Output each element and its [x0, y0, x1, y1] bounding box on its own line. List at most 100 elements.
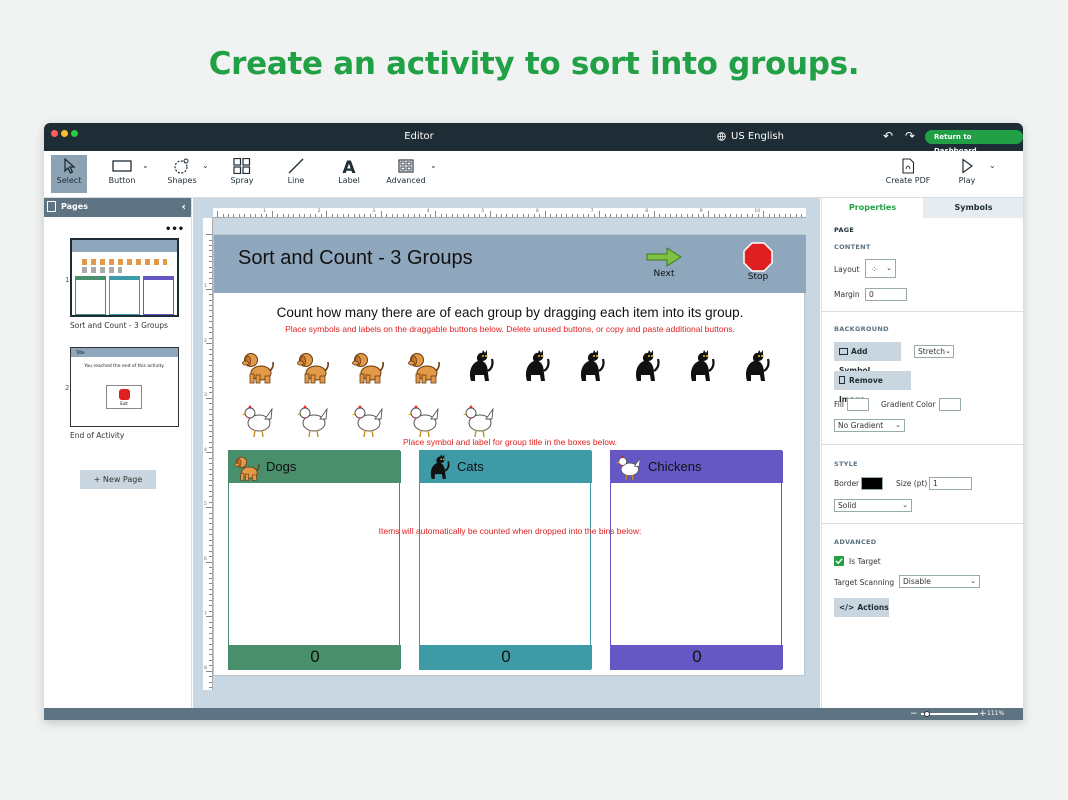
close-window-button[interactable]: [51, 130, 58, 137]
ruler-tick: [209, 517, 212, 519]
cat-item[interactable]: [628, 347, 662, 385]
ruler-tick: [209, 315, 212, 317]
tab-properties[interactable]: Properties: [822, 198, 923, 218]
bin-dogs[interactable]: Dogs 0: [228, 450, 401, 670]
zoom-slider[interactable]: [921, 711, 978, 717]
chicken-item[interactable]: [241, 401, 275, 439]
play-button[interactable]: Play: [941, 155, 993, 193]
dog-item[interactable]: [296, 347, 330, 385]
ruler-tick: [266, 214, 268, 217]
activity-page[interactable]: Sort and Count - 3 Groups Next Stop Coun…: [213, 234, 806, 676]
shapes-chevron-down-icon[interactable]: ⌄: [202, 161, 209, 170]
button-chevron-down-icon[interactable]: ⌄: [142, 161, 149, 170]
line-tool[interactable]: Line: [270, 155, 322, 193]
chicken-item[interactable]: [296, 401, 330, 439]
target-scanning-select[interactable]: Disable ⌄: [899, 575, 980, 588]
advanced-tool[interactable]: Advanced: [380, 155, 432, 193]
ruler-tick: [209, 326, 212, 328]
collapse-chevron-left-icon[interactable]: ‹: [181, 200, 186, 213]
ruler-tick: [659, 214, 661, 217]
dog-item[interactable]: [241, 347, 275, 385]
zoom-in-icon[interactable]: +: [979, 708, 987, 720]
minimize-window-button[interactable]: [61, 130, 68, 137]
ruler-tick: [391, 214, 393, 217]
ruler-tick: [209, 610, 212, 612]
border-style-select[interactable]: Solid ⌄: [834, 499, 912, 512]
zoom-slider-handle[interactable]: [924, 711, 930, 717]
stretch-select[interactable]: Stretch ⌄: [914, 345, 954, 358]
is-target-checkbox[interactable]: [834, 556, 844, 566]
shapes-tool[interactable]: Shapes: [156, 155, 208, 193]
ruler-tick: [353, 214, 355, 217]
bin-chickens[interactable]: Chickens 0: [610, 450, 783, 670]
ruler-tick: [626, 214, 628, 217]
ruler-tick: [632, 214, 633, 217]
tab-symbols[interactable]: Symbols: [923, 198, 1023, 218]
title-bar: Editor US English ↶ ↷ Return to Dashboar…: [44, 123, 1023, 155]
gradient-select[interactable]: No Gradient ⌄: [834, 419, 905, 432]
page-thumbnail-1[interactable]: [70, 238, 179, 317]
ruler-tick: [209, 676, 212, 678]
page-thumbnail-2[interactable]: Title You reached the end of this activi…: [70, 347, 179, 427]
panel-tabs: Properties Symbols: [822, 198, 1023, 218]
ruler-tick: [209, 239, 212, 241]
remove-image-button[interactable]: Remove Image: [834, 371, 911, 404]
cat-item[interactable]: [738, 347, 772, 385]
zoom-window-button[interactable]: [71, 130, 78, 137]
cat-item[interactable]: [573, 347, 607, 385]
chicken-item[interactable]: [407, 401, 441, 439]
chicken-icon: [408, 405, 439, 438]
size-input[interactable]: 1: [929, 477, 972, 490]
ruler-tick: [621, 214, 622, 217]
ruler-tick: [209, 261, 212, 263]
ruler-tick: [206, 670, 212, 672]
more-options-icon[interactable]: •••: [165, 224, 184, 235]
actions-button[interactable]: </> Actions: [834, 598, 889, 617]
create-pdf-button[interactable]: Create PDF: [882, 155, 934, 193]
bin-cats[interactable]: Cats 0: [419, 450, 592, 670]
ruler-tick: [681, 214, 683, 217]
thumb2-exit: Exit: [106, 385, 142, 409]
page-label-1: Sort and Count - 3 Groups: [70, 321, 168, 330]
ruler-tick: [582, 214, 584, 217]
dog-icon: [352, 353, 384, 384]
ruler-tick: [424, 214, 426, 217]
gradient-color-swatch[interactable]: [939, 398, 961, 411]
fill-color-swatch[interactable]: [847, 398, 869, 411]
spray-tool[interactable]: Spray: [216, 155, 268, 193]
cat-item[interactable]: [518, 347, 552, 385]
new-page-button[interactable]: + New Page: [80, 470, 156, 489]
play-chevron-down-icon[interactable]: ⌄: [989, 161, 996, 170]
canvas-area: 1 2 3 4 5 6 7 8 9 10 12345678 Sort and Count - 3 …: [193, 198, 820, 708]
chicken-item[interactable]: [351, 401, 385, 439]
next-button[interactable]: Next: [642, 245, 686, 279]
cat-item[interactable]: [462, 347, 496, 385]
layout-select[interactable]: ⁘ ⌄: [865, 259, 896, 278]
ruler-tick: [288, 214, 289, 217]
language-selector[interactable]: US English: [717, 131, 784, 142]
redo-icon[interactable]: ↷: [905, 129, 915, 143]
advanced-chevron-down-icon[interactable]: ⌄: [430, 161, 437, 170]
undo-icon[interactable]: ↶: [883, 129, 893, 143]
border-color-swatch[interactable]: [861, 477, 883, 490]
ruler-tick: [702, 214, 704, 217]
ruler-tick: [209, 468, 212, 470]
thumb2-text: You reached the end of this activity.: [84, 364, 165, 369]
ruler-tick: [206, 452, 212, 454]
properties-panel: Properties Symbols PAGE CONTENT Layout ⁘…: [821, 198, 1023, 708]
dog-item[interactable]: [407, 347, 441, 385]
dog-item[interactable]: [351, 347, 385, 385]
dog-icon: [242, 353, 274, 384]
margin-input[interactable]: 0: [865, 288, 907, 301]
ruler-tick: [664, 214, 666, 217]
select-tool[interactable]: Select: [51, 155, 87, 193]
return-to-dashboard-button[interactable]: Return to Dashboard: [925, 130, 1023, 155]
chicken-item[interactable]: [462, 401, 496, 439]
button-tool[interactable]: Button: [96, 155, 148, 193]
label-tool[interactable]: A Label: [323, 155, 375, 193]
zoom-out-icon[interactable]: −: [910, 708, 918, 720]
editor-window: Editor US English ↶ ↷ Return to Dashboar…: [44, 123, 1023, 720]
cat-item[interactable]: [683, 347, 717, 385]
stop-button[interactable]: Stop: [738, 242, 778, 282]
add-symbol-button[interactable]: Add Symbol: [834, 342, 901, 375]
